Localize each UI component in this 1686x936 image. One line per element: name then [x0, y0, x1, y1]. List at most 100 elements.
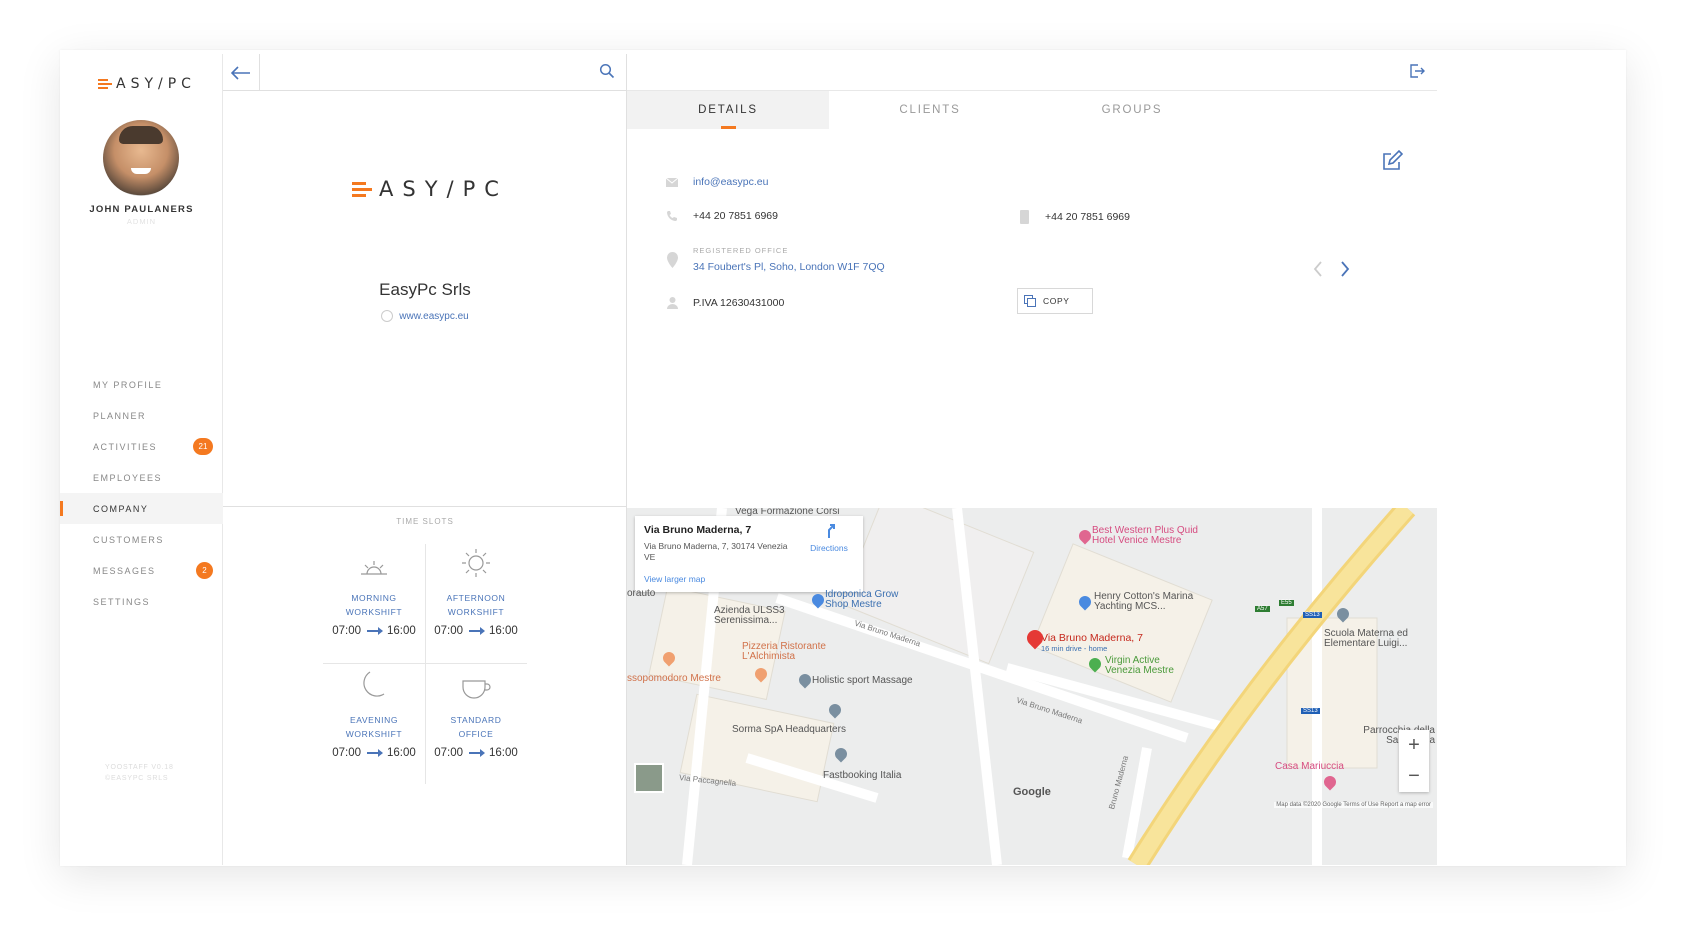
sidebar-item-settings[interactable]: SETTINGS [60, 586, 223, 617]
map-road-shield: E55 [1279, 600, 1294, 606]
map-place-label[interactable]: Best Western Plus Quid Hotel Venice Mest… [1092, 526, 1212, 546]
map-place-label[interactable]: Vega Formazione Corsi [735, 508, 840, 517]
company-website-link[interactable]: www.easypc.eu [399, 311, 468, 322]
map-place-label[interactable]: orauto [627, 588, 655, 599]
sidebar-nav: MY PROFILE PLANNER ACTIVITIES 21 EMPLOYEE… [60, 369, 223, 617]
map-footer[interactable]: Map data ©2020 Google Terms of Use Repor… [1274, 802, 1433, 808]
sidebar-item-employees[interactable]: EMPLOYEES [60, 462, 223, 493]
google-logo: Google [1013, 786, 1051, 798]
map-info-title: Via Bruno Maderna, 7 [644, 524, 752, 536]
app-window: ASY/PC JOHN PAULANERS ADMIN MY PROFILE P… [60, 54, 1626, 865]
map-drive-time: 16 min drive - home [1041, 644, 1108, 653]
map-place-label[interactable]: Virgin Active Venezia Mestre [1105, 656, 1195, 676]
app-logo[interactable]: ASY/PC [98, 76, 196, 92]
coffee-cup-icon [462, 680, 491, 699]
back-button[interactable] [223, 54, 260, 91]
email-link[interactable]: info@easypc.eu [693, 176, 768, 188]
sidebar-item-customers[interactable]: CUSTOMERS [60, 524, 223, 555]
next-address-button[interactable] [1340, 260, 1350, 283]
map-place-label[interactable]: Sorma SpA Headquarters [732, 724, 846, 735]
sidebar-item-activities[interactable]: ACTIVITIES 21 [60, 431, 223, 462]
directions-icon [828, 524, 835, 538]
tab-groups[interactable]: GROUPS [1031, 91, 1233, 129]
sidebar-item-label: PLANNER [93, 410, 147, 421]
user-role: ADMIN [126, 217, 157, 226]
map-place-label[interactable]: Scuola Materna ed Elementare Luigi... [1324, 629, 1434, 649]
tab-details[interactable]: DETAILS [627, 91, 829, 129]
avatar[interactable] [103, 120, 179, 196]
sidebar-item-label: MESSAGES [93, 565, 156, 576]
logo-bars-icon [98, 79, 112, 89]
time-slot-morning[interactable]: MORNING WORKSHIFT 07:00 16:00 [323, 544, 425, 659]
slot-start: 07:00 [332, 747, 361, 759]
time-slot-evening[interactable]: EAVENING WORKSHIFT 07:00 16:00 [323, 666, 425, 781]
map-directions-button[interactable]: Directions [799, 522, 859, 553]
registered-office-label: REGISTERED OFFICE [693, 246, 789, 255]
logo-bars-icon [352, 182, 372, 197]
version-info: YOOSTAFF V0.18 ©EASYPC SRLS [105, 762, 174, 784]
map-place-label[interactable]: ssopomodoro Mestre [627, 673, 721, 684]
mail-icon [666, 177, 678, 187]
slot-end: 16:00 [489, 625, 518, 637]
zoom-in-button[interactable]: + [1399, 730, 1429, 761]
map-view-larger-link[interactable]: View larger map [644, 574, 705, 584]
slot-start: 07:00 [434, 625, 463, 637]
sidebar-item-label: SETTINGS [93, 596, 151, 607]
search-button[interactable] [599, 63, 617, 81]
map-place-label[interactable]: Henry Cotton's Marina Yachting MCS... [1094, 592, 1214, 612]
copyright-line: ©EASYPC SRLS [105, 775, 169, 782]
company-name: EasyPc Srls [379, 280, 471, 299]
map-place-label[interactable]: Pizzeria Ristorante L'Alchimista [742, 642, 842, 662]
company-logo-text: ASY/PC [379, 177, 508, 201]
slot-label: MORNING [351, 593, 397, 603]
logout-button[interactable] [1409, 63, 1427, 81]
registered-office-row: REGISTERED OFFICE 34 Foubert's Pl, Soho,… [665, 246, 885, 273]
map-info-window: Via Bruno Maderna, 7 Via Bruno Maderna, … [635, 516, 863, 592]
map-marker-label[interactable]: Via Bruno Maderna, 7 [1041, 632, 1143, 644]
zoom-out-button[interactable]: − [1399, 761, 1429, 792]
details-tabs: DETAILS CLIENTS GROUPS [627, 91, 1437, 129]
time-slot-afternoon[interactable]: AFTERNOON WORKSHIFT 07:00 16:00 [425, 544, 527, 659]
location-pin-icon [666, 252, 678, 268]
map-road-shield: A57 [1255, 606, 1270, 612]
company-panel-toolbar [223, 54, 627, 91]
arrow-right-icon [469, 627, 485, 635]
arrow-right-icon [367, 627, 383, 635]
map-place-label[interactable]: Azienda ULSS3 Serenissima... [714, 606, 800, 626]
chevron-left-icon [1313, 261, 1322, 277]
arrow-left-icon [231, 65, 250, 80]
sidebar-item-label: CUSTOMERS [93, 534, 164, 545]
map-info-address: Via Bruno Maderna, 7, 30174 Venezia VE [644, 541, 788, 562]
edit-button[interactable] [1381, 149, 1404, 172]
slot-start: 07:00 [434, 747, 463, 759]
moon-icon [363, 671, 385, 697]
map-place-label[interactable]: Casa Mariuccia [1275, 761, 1344, 772]
messages-count-badge: 2 [196, 562, 213, 579]
vat-value: P.IVA 12630431000 [693, 297, 785, 309]
mobile-row: +44 20 7851 6969 [1017, 210, 1130, 224]
slot-end: 16:00 [387, 747, 416, 759]
mobile-value: +44 20 7851 6969 [1045, 211, 1130, 223]
globe-icon [381, 310, 394, 322]
time-slot-standard-office[interactable]: STANDARD OFFICE 07:00 16:00 [425, 666, 527, 781]
details-toolbar [627, 54, 1437, 91]
tab-clients[interactable]: CLIENTS [829, 91, 1031, 129]
map-directions-label: Directions [810, 543, 848, 553]
sidebar-item-company[interactable]: COMPANY [60, 493, 223, 524]
user-icon [666, 297, 678, 309]
sidebar-item-messages[interactable]: MESSAGES 2 [60, 555, 223, 586]
map-place-label[interactable]: Fastbooking Italia [823, 770, 901, 781]
previous-address-button[interactable] [1313, 260, 1323, 283]
phone-row: +44 20 7851 6969 [665, 210, 778, 222]
sidebar-item-planner[interactable]: PLANNER [60, 400, 223, 431]
map-place-label[interactable]: Idroponica Grow Shop Mestre [825, 590, 915, 610]
sidebar-item-label: COMPANY [93, 503, 149, 514]
map-place-label[interactable]: Holistic sport Massage [812, 675, 913, 686]
mobile-phone-icon [1019, 210, 1029, 224]
sidebar-item-my-profile[interactable]: MY PROFILE [60, 369, 223, 400]
copy-button[interactable]: COPY [1017, 288, 1093, 314]
map[interactable]: Via Bruno Maderna, 7 Via Bruno Maderna, … [627, 508, 1437, 865]
registered-office-address[interactable]: 34 Foubert's Pl, Soho, London W1F 7QQ [693, 261, 885, 273]
slot-label: STANDARD [450, 715, 502, 725]
phone-icon [667, 211, 677, 221]
